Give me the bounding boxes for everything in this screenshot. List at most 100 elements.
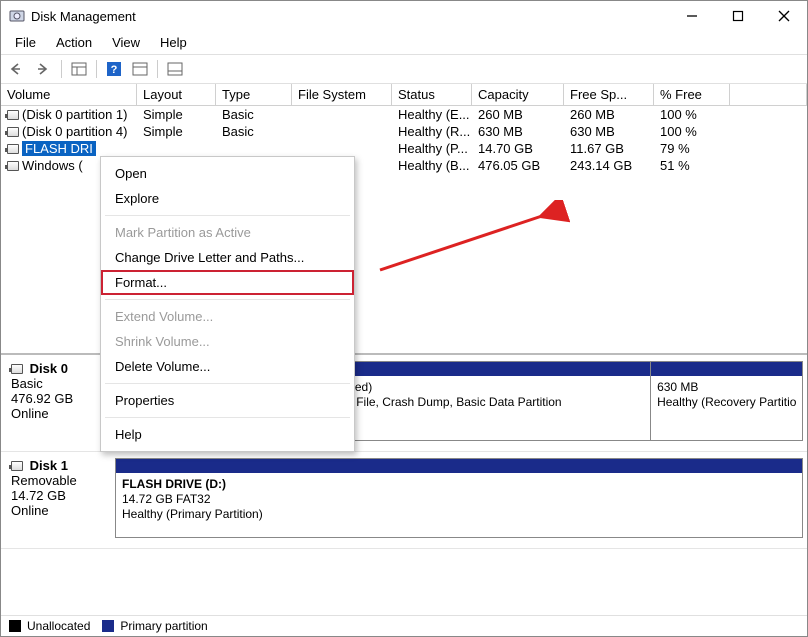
cell-type: Basic: [216, 106, 292, 123]
cell-volume: (Disk 0 partition 4): [1, 123, 137, 140]
cell-pct: 100 %: [654, 106, 730, 123]
legend-swatch-unallocated: [9, 620, 21, 632]
disk-graph: FLASH DRIVE (D:)14.72 GB FAT32Healthy (P…: [115, 458, 803, 538]
context-menu: Open Explore Mark Partition as Active Ch…: [100, 156, 355, 452]
ctx-change-drive-letter[interactable]: Change Drive Letter and Paths...: [101, 245, 354, 270]
cell-fs: [292, 140, 392, 157]
back-button[interactable]: [7, 59, 29, 79]
view-top-button[interactable]: [129, 59, 151, 79]
disk-size: 14.72 GB: [11, 488, 66, 503]
column-header-capacity[interactable]: Capacity: [472, 84, 564, 106]
partition-line: Healthy (Primary Partition): [122, 507, 796, 522]
volume-name: (Disk 0 partition 1): [22, 107, 127, 122]
cell-fs: [292, 106, 392, 123]
cell-status: Healthy (P...: [392, 140, 472, 157]
drive-icon: [7, 127, 19, 137]
cell-volume: (Disk 0 partition 1): [1, 106, 137, 123]
forward-button[interactable]: [33, 59, 55, 79]
minimize-button[interactable]: [669, 2, 715, 30]
ctx-delete-volume[interactable]: Delete Volume...: [101, 354, 354, 379]
cell-status: Healthy (R...: [392, 123, 472, 140]
drive-icon: [7, 161, 19, 171]
ctx-shrink-volume: Shrink Volume...: [101, 329, 354, 354]
column-header-pct[interactable]: % Free: [654, 84, 730, 106]
cell-fs: [292, 123, 392, 140]
view-bottom-button[interactable]: [164, 59, 186, 79]
disk-name: Disk 1: [30, 458, 68, 473]
partition-line: FLASH DRIVE (D:): [122, 477, 796, 492]
partition-stripe: [651, 362, 802, 376]
close-button[interactable]: [761, 2, 807, 30]
cell-layout: [137, 140, 216, 157]
cell-status: Healthy (E...: [392, 106, 472, 123]
disk-size: 476.92 GB: [11, 391, 73, 406]
volume-row[interactable]: (Disk 0 partition 4) SimpleBasic Healthy (…: [1, 123, 807, 140]
cell-capacity: 14.70 GB: [472, 140, 564, 157]
cell-type: [216, 140, 292, 157]
legend-swatch-primary: [102, 620, 114, 632]
volume-row[interactable]: FLASH DRI Healthy (P...14.70 GB11.67 GB79…: [1, 140, 807, 157]
cell-capacity: 476.05 GB: [472, 157, 564, 174]
column-header-volume[interactable]: Volume: [1, 84, 137, 106]
cell-status: Healthy (B...: [392, 157, 472, 174]
menu-bar: File Action View Help: [1, 31, 807, 54]
partition-line: 14.72 GB FAT32: [122, 492, 796, 507]
partition[interactable]: 630 MBHealthy (Recovery Partition: [651, 362, 802, 440]
app-icon: [9, 8, 25, 24]
disk-name: Disk 0: [30, 361, 68, 376]
menu-view[interactable]: View: [104, 33, 148, 52]
menu-file[interactable]: File: [7, 33, 44, 52]
cell-pct: 100 %: [654, 123, 730, 140]
cell-pct: 51 %: [654, 157, 730, 174]
title-bar: Disk Management: [1, 1, 807, 31]
cell-free: 260 MB: [564, 106, 654, 123]
cell-capacity: 630 MB: [472, 123, 564, 140]
column-header-status[interactable]: Status: [392, 84, 472, 106]
partition-stripe: [116, 459, 802, 473]
ctx-explore[interactable]: Explore: [101, 186, 354, 211]
menu-help[interactable]: Help: [152, 33, 195, 52]
volume-name: (Disk 0 partition 4): [22, 124, 127, 139]
cell-free: 11.67 GB: [564, 140, 654, 157]
ctx-mark-active: Mark Partition as Active: [101, 220, 354, 245]
drive-icon: [7, 110, 19, 120]
maximize-button[interactable]: [715, 2, 761, 30]
legend-unallocated: Unallocated: [27, 619, 90, 633]
ctx-extend-volume: Extend Volume...: [101, 304, 354, 329]
menu-action[interactable]: Action: [48, 33, 100, 52]
legend-primary: Primary partition: [120, 619, 207, 633]
cell-layout: Simple: [137, 123, 216, 140]
ctx-properties[interactable]: Properties: [101, 388, 354, 413]
disk-status: Online: [11, 406, 49, 421]
cell-type: Basic: [216, 123, 292, 140]
ctx-format[interactable]: Format...: [101, 270, 354, 295]
legend: Unallocated Primary partition: [1, 615, 807, 635]
ctx-open[interactable]: Open: [101, 161, 354, 186]
column-header-fs[interactable]: File System: [292, 84, 392, 106]
column-header-free[interactable]: Free Sp...: [564, 84, 654, 106]
cell-capacity: 260 MB: [472, 106, 564, 123]
show-hide-button[interactable]: [68, 59, 90, 79]
volume-row[interactable]: (Disk 0 partition 1) SimpleBasic Healthy (…: [1, 106, 807, 123]
disk-block: Disk 1Removable14.72 GBOnlineFLASH DRIVE…: [1, 452, 807, 549]
partition[interactable]: FLASH DRIVE (D:)14.72 GB FAT32Healthy (P…: [116, 459, 802, 537]
volume-name: Windows (: [22, 158, 83, 173]
disk-icon: [11, 364, 23, 374]
toolbar: ?: [1, 54, 807, 84]
cell-free: 243.14 GB: [564, 157, 654, 174]
help-button[interactable]: ?: [103, 59, 125, 79]
column-header-type[interactable]: Type: [216, 84, 292, 106]
disk-info: Disk 1Removable14.72 GBOnline: [5, 458, 115, 538]
disk-status: Online: [11, 503, 49, 518]
disk-info: Disk 0Basic476.92 GBOnline: [5, 361, 115, 441]
volume-name: FLASH DRI: [22, 141, 96, 156]
partition-line: 630 MB: [657, 380, 796, 395]
disk-icon: [11, 461, 23, 471]
drive-icon: [7, 144, 19, 154]
svg-text:?: ?: [111, 64, 118, 76]
cell-layout: Simple: [137, 106, 216, 123]
cell-pct: 79 %: [654, 140, 730, 157]
partition-line: Healthy (Recovery Partition: [657, 395, 796, 410]
column-header-layout[interactable]: Layout: [137, 84, 216, 106]
ctx-help[interactable]: Help: [101, 422, 354, 447]
